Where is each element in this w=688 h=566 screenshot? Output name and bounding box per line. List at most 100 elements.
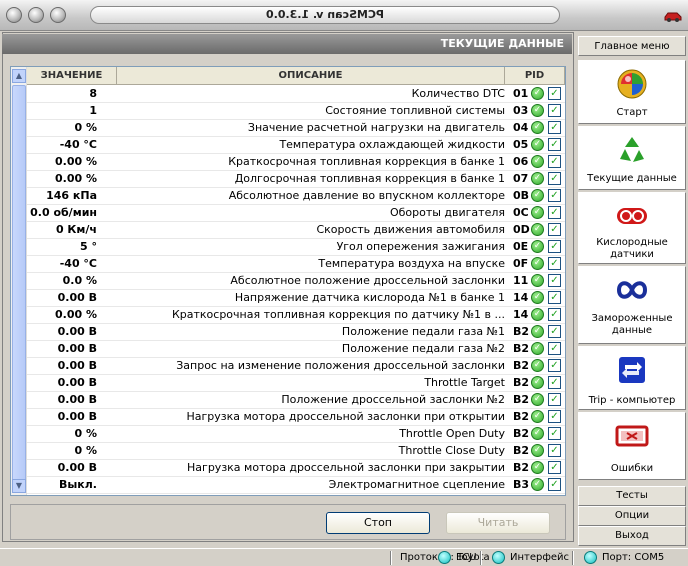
description-cell: Краткосрочная топливная коррекция по дат…	[171, 308, 505, 321]
row-checkbox[interactable]: ✓	[548, 427, 561, 440]
scroll-down-icon[interactable]: ▼	[12, 479, 26, 493]
value-cell: -40 °C	[59, 257, 97, 270]
table-row[interactable]: 0.00 B Нагрузка мотора дроссельной заслон…	[27, 409, 565, 426]
row-checkbox[interactable]: ✓	[548, 325, 561, 338]
description-cell: Температура охлаждающей жидкости	[279, 138, 505, 151]
column-header-pid[interactable]: PID	[505, 67, 565, 85]
value-cell: 0.00 %	[55, 172, 97, 185]
table-row[interactable]: Выкл. Электромагнитное сцепление B3 ✓ ✓	[27, 477, 565, 494]
row-checkbox[interactable]: ✓	[548, 444, 561, 457]
nav-trip-computer-button[interactable]: Trip - компьютер	[578, 346, 686, 410]
pid-label: 07	[513, 172, 529, 185]
pid-cell: 14 ✓ ✓	[511, 290, 565, 306]
row-checkbox[interactable]: ✓	[548, 87, 561, 100]
nav-errors-button[interactable]: Ошибки	[578, 412, 686, 480]
row-checkbox[interactable]: ✓	[548, 291, 561, 304]
table-row[interactable]: 0.0 % Абсолютное положение дроссельной за…	[27, 273, 565, 290]
row-checkbox[interactable]: ✓	[548, 206, 561, 219]
value-cell: 0.00 B	[57, 359, 97, 372]
table-row[interactable]: 0.00 % Краткосрочная топливная коррекция …	[27, 154, 565, 171]
table-row[interactable]: 0 Км/ч Скорость движения автомобиля 0D ✓ ✓	[27, 222, 565, 239]
nav-tests-button[interactable]: Тесты	[578, 486, 686, 506]
row-checkbox[interactable]: ✓	[548, 121, 561, 134]
row-checkbox[interactable]: ✓	[548, 240, 561, 253]
table-row[interactable]: -40 °C Температура воздуха на впуске 0F ✓ ✓	[27, 256, 565, 273]
row-checkbox[interactable]: ✓	[548, 461, 561, 474]
minimize-window-button[interactable]	[28, 7, 44, 23]
table-row[interactable]: -40 °C Температура охлаждающей жидкости 05…	[27, 137, 565, 154]
live-data-table[interactable]: ▲ ▼ ЗНАЧЕНИЕ ОПИСАНИЕ PID 8 Количество DT…	[10, 66, 566, 496]
status-ok-icon: ✓	[531, 461, 544, 474]
pid-cell: 07 ✓ ✓	[511, 171, 565, 187]
table-row[interactable]: 0 % Throttle Open Duty B2 ✓ ✓	[27, 426, 565, 443]
stop-button[interactable]: Стоп	[326, 512, 430, 534]
status-divider	[480, 551, 482, 565]
row-checkbox[interactable]: ✓	[548, 393, 561, 406]
row-checkbox[interactable]: ✓	[548, 274, 561, 287]
table-row[interactable]: 0.00 % Краткосрочная топливная коррекция …	[27, 307, 565, 324]
table-row[interactable]: 0.00 % Долгосрочная топливная коррекция в…	[27, 171, 565, 188]
table-row[interactable]: 1 Состояние топливной системы 03 ✓ ✓	[27, 103, 565, 120]
status-ok-icon: ✓	[531, 427, 544, 440]
table-row[interactable]: 0.00 B Напряжение датчика кислорода №1 в …	[27, 290, 565, 307]
table-row[interactable]: 0.00 B Нагрузка мотора дроссельной заслон…	[27, 460, 565, 477]
description-cell: Запрос на изменение положения дроссельно…	[176, 359, 505, 372]
table-row[interactable]: 0 % Значение расчетной нагрузки на двигат…	[27, 120, 565, 137]
table-row[interactable]: 5 ° Угол опережения зажигания 0E ✓ ✓	[27, 239, 565, 256]
value-cell: 0.00 %	[55, 308, 97, 321]
row-checkbox[interactable]: ✓	[548, 223, 561, 236]
status-ok-icon: ✓	[531, 291, 544, 304]
description-cell: Скорость движения автомобиля	[316, 223, 505, 236]
column-header-description[interactable]: ОПИСАНИЕ	[117, 67, 505, 85]
table-row[interactable]: 0 % Throttle Close Duty B2 ✓ ✓	[27, 443, 565, 460]
pid-label: B2	[513, 410, 530, 423]
row-checkbox[interactable]: ✓	[548, 172, 561, 185]
nav-live-data-button[interactable]: Текущие данные	[578, 126, 686, 190]
row-checkbox[interactable]: ✓	[548, 155, 561, 168]
table-row[interactable]: 0.00 B Запрос на изменение положения дрос…	[27, 358, 565, 375]
row-checkbox[interactable]: ✓	[548, 138, 561, 151]
row-checkbox[interactable]: ✓	[548, 376, 561, 389]
description-cell: Количество DTC	[411, 87, 505, 100]
row-checkbox[interactable]: ✓	[548, 410, 561, 423]
row-checkbox[interactable]: ✓	[548, 308, 561, 321]
description-cell: Значение расчетной нагрузки на двигатель	[247, 121, 505, 134]
row-checkbox[interactable]: ✓	[548, 342, 561, 355]
pid-label: 04	[513, 121, 529, 134]
nav-options-button[interactable]: Опции	[578, 506, 686, 526]
nav-start-button[interactable]: Старт	[578, 60, 686, 124]
scroll-up-icon[interactable]: ▲	[12, 69, 26, 83]
scroll-thumb[interactable]	[12, 85, 26, 485]
pid-cell: B2 ✓ ✓	[511, 392, 565, 408]
pid-label: 14	[513, 308, 529, 321]
table-row[interactable]: 146 кПа Абсолютное давление во впускном к…	[27, 188, 565, 205]
table-row[interactable]: 0.00 B Throttle Target B2 ✓ ✓	[27, 375, 565, 392]
vertical-scrollbar[interactable]: ▲ ▼	[11, 67, 27, 495]
close-window-button[interactable]	[6, 7, 22, 23]
table-row[interactable]: 0.00 B Положение педали газа №2 B2 ✓ ✓	[27, 341, 565, 358]
row-checkbox[interactable]: ✓	[548, 189, 561, 202]
column-header-value[interactable]: ЗНАЧЕНИЕ	[27, 67, 117, 85]
row-checkbox[interactable]: ✓	[548, 104, 561, 117]
description-cell: Абсолютное давление во впускном коллекто…	[228, 189, 505, 202]
table-row[interactable]: 0.00 B Положение педали газа №1 B2 ✓ ✓	[27, 324, 565, 341]
nav-oxygen-sensors-button[interactable]: Кислородные датчики	[578, 192, 686, 264]
read-button[interactable]: Читать	[446, 512, 550, 534]
nav-freeze-frame-button[interactable]: Замороженные данные	[578, 266, 686, 344]
value-cell: 146 кПа	[46, 189, 97, 202]
row-checkbox[interactable]: ✓	[548, 359, 561, 372]
trip-computer-icon	[619, 357, 645, 383]
pid-cell: 0B ✓ ✓	[511, 188, 565, 204]
row-checkbox[interactable]: ✓	[548, 257, 561, 270]
table-row[interactable]: 0.00 B Положение дроссельной заслонки №2 B…	[27, 392, 565, 409]
value-cell: 0.00 B	[57, 325, 97, 338]
pid-cell: 0F ✓ ✓	[511, 256, 565, 272]
nav-exit-button[interactable]: Выход	[578, 526, 686, 546]
description-cell: Электромагнитное сцепление	[328, 478, 505, 491]
recycle-icon	[620, 137, 644, 162]
table-row[interactable]: 0.0 об/мин Обороты двигателя 0C ✓ ✓	[27, 205, 565, 222]
table-row[interactable]: 8 Количество DTC 01 ✓ ✓	[27, 86, 565, 103]
pid-cell: B2 ✓ ✓	[511, 375, 565, 391]
row-checkbox[interactable]: ✓	[548, 478, 561, 491]
maximize-window-button[interactable]	[50, 7, 66, 23]
